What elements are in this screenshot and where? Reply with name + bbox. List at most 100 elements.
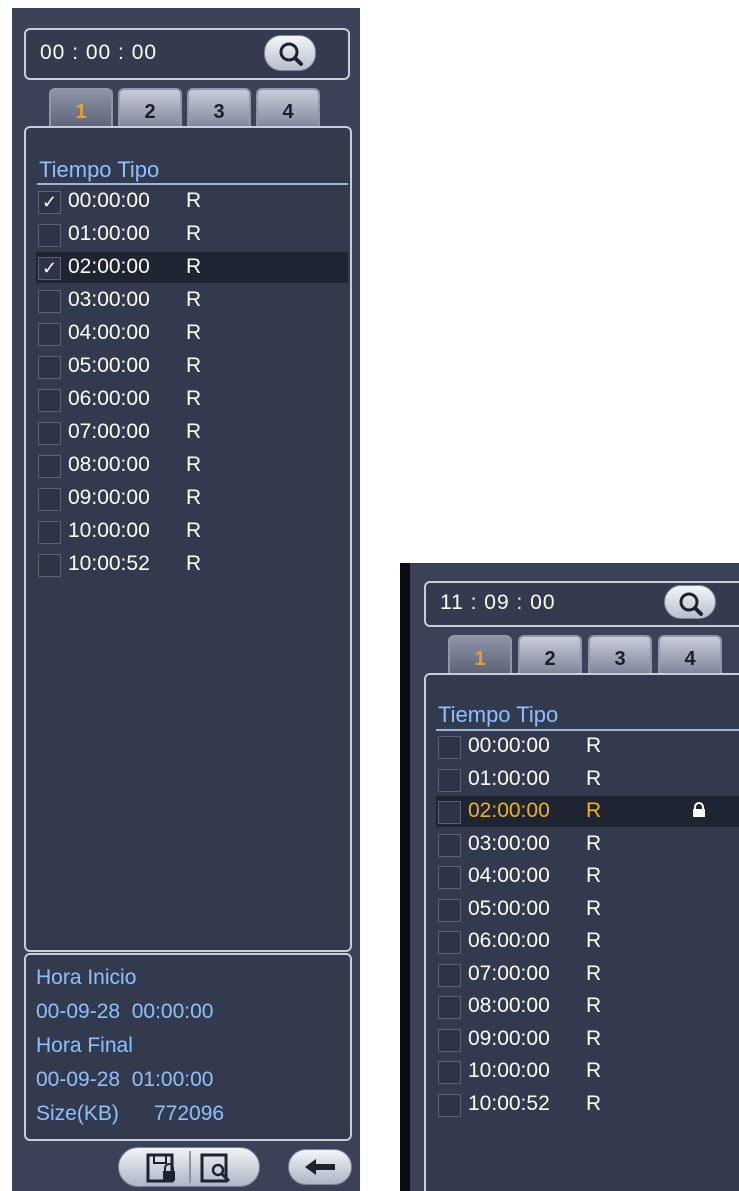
row-checkbox[interactable] <box>38 224 61 247</box>
row-checkbox[interactable] <box>38 455 61 478</box>
row-time: 06:00:00 <box>68 387 150 410</box>
row-checkbox[interactable] <box>438 1093 461 1117</box>
list-item[interactable]: 10:00:52 R <box>436 1089 739 1120</box>
list-item[interactable]: 03:00:00 R <box>436 829 739 860</box>
row-checkbox[interactable] <box>438 898 461 922</box>
list-item[interactable]: 09:00:00 R <box>436 1024 739 1055</box>
record-list: Tiempo Tipo 00:00:00 R 01:00:00 R 02:00:00 R 0… <box>424 673 739 1191</box>
row-type: R <box>586 766 602 790</box>
row-checkbox[interactable] <box>438 931 461 954</box>
tab-channel-4[interactable]: 4 <box>658 635 722 675</box>
tab-channel-3[interactable]: 3 <box>588 635 652 675</box>
list-item[interactable]: 02:00:00 R <box>436 796 739 827</box>
row-type: R <box>186 222 202 245</box>
time-input[interactable]: 11 : 09 : 00 <box>424 581 739 627</box>
row-checkbox[interactable] <box>438 1028 461 1052</box>
record-info: Hora Inicio 00-09-28 00:00:00 Hora Final… <box>24 953 352 1141</box>
row-time: 02:00:00 <box>68 255 150 278</box>
list-item[interactable]: ✓ 00:00:00 R <box>36 186 348 217</box>
list-header: Tiempo Tipo <box>438 702 559 727</box>
list-item[interactable]: 10:00:52 R <box>36 549 348 580</box>
tab-channel-2[interactable]: 2 <box>518 635 582 675</box>
list-item[interactable]: 04:00:00 R <box>436 861 739 892</box>
row-type: R <box>586 1059 602 1082</box>
row-type: R <box>186 420 202 443</box>
search-button[interactable] <box>664 585 716 619</box>
list-item[interactable]: 09:00:00 R <box>36 483 348 514</box>
row-time: 09:00:00 <box>468 1026 550 1050</box>
row-checkbox[interactable] <box>438 963 461 987</box>
list-item[interactable]: 10:00:00 R <box>436 1056 739 1087</box>
row-checkbox[interactable] <box>38 521 61 544</box>
row-checkbox[interactable]: ✓ <box>38 257 61 280</box>
tab-channel-1[interactable]: 1 <box>49 88 113 130</box>
end-label: Hora Final <box>36 1034 133 1057</box>
row-type: R <box>186 552 202 575</box>
start-label: Hora Inicio <box>36 966 137 989</box>
size-label: Size(KB) <box>36 1102 119 1125</box>
tab-channel-2[interactable]: 2 <box>118 88 182 130</box>
tab-channel-1[interactable]: 1 <box>448 635 512 675</box>
row-checkbox[interactable] <box>438 736 461 759</box>
list-item[interactable]: 01:00:00 R <box>436 764 739 795</box>
row-type: R <box>586 831 602 855</box>
back-button[interactable] <box>288 1149 352 1185</box>
row-time: 00:00:00 <box>468 734 550 757</box>
list-item[interactable]: 07:00:00 R <box>436 959 739 990</box>
row-type: R <box>186 189 202 212</box>
row-checkbox[interactable]: ✓ <box>38 191 61 214</box>
row-type: R <box>586 734 602 757</box>
time-value: 00 : 00 : 00 <box>40 41 158 64</box>
list-item[interactable]: 04:00:00 R <box>36 318 348 349</box>
row-time: 04:00:00 <box>468 864 550 887</box>
row-checkbox[interactable] <box>438 833 461 857</box>
row-time: 02:00:00 <box>468 799 550 822</box>
search-button[interactable] <box>264 35 316 71</box>
list-item[interactable]: 01:00:00 R <box>36 219 348 250</box>
list-item[interactable]: 06:00:00 R <box>36 384 348 415</box>
list-item[interactable]: 07:00:00 R <box>36 417 348 448</box>
list-item[interactable]: 08:00:00 R <box>436 991 739 1022</box>
row-type: R <box>586 1091 602 1115</box>
row-checkbox[interactable] <box>38 323 61 346</box>
row-type: R <box>586 799 602 822</box>
list-item[interactable]: 03:00:00 R <box>36 285 348 316</box>
tab-channel-4[interactable]: 4 <box>256 88 320 130</box>
file-actions <box>118 1147 260 1187</box>
row-checkbox[interactable] <box>438 996 461 1019</box>
row-time: 08:00:00 <box>468 994 550 1017</box>
list-item[interactable]: 10:00:00 R <box>36 516 348 547</box>
file-search-icon <box>200 1153 231 1183</box>
row-type: R <box>586 929 602 952</box>
row-checkbox[interactable] <box>38 422 61 445</box>
row-time: 08:00:00 <box>68 453 150 476</box>
row-checkbox[interactable] <box>438 768 461 792</box>
list-item[interactable]: 05:00:00 R <box>36 351 348 382</box>
row-checkbox[interactable] <box>38 356 61 379</box>
list-item[interactable]: 05:00:00 R <box>436 894 739 925</box>
row-checkbox[interactable] <box>438 1061 461 1084</box>
row-checkbox[interactable] <box>38 290 61 313</box>
row-type: R <box>586 864 602 887</box>
list-header: Tiempo Tipo <box>39 157 160 182</box>
row-checkbox[interactable] <box>38 389 61 412</box>
row-checkbox[interactable] <box>38 488 61 511</box>
row-checkbox[interactable] <box>438 801 461 824</box>
list-item[interactable]: ✓ 02:00:00 R <box>36 252 348 283</box>
row-time: 00:00:00 <box>68 189 150 212</box>
row-time: 10:00:52 <box>68 552 150 575</box>
list-item[interactable]: 00:00:00 R <box>436 731 739 762</box>
tab-channel-3[interactable]: 3 <box>187 88 251 130</box>
row-checkbox[interactable] <box>438 866 461 889</box>
row-type: R <box>186 354 202 377</box>
row-checkbox[interactable] <box>38 554 61 577</box>
size-value: 772096 <box>154 1102 225 1125</box>
lock-file-icon <box>146 1153 175 1183</box>
list-item[interactable]: 08:00:00 R <box>36 450 348 481</box>
row-time: 09:00:00 <box>68 486 150 509</box>
pill-divider <box>189 1151 191 1183</box>
list-item[interactable]: 06:00:00 R <box>436 926 739 957</box>
row-time: 06:00:00 <box>468 929 550 952</box>
row-time: 04:00:00 <box>68 321 150 344</box>
time-input[interactable]: 00 : 00 : 00 <box>24 28 350 80</box>
